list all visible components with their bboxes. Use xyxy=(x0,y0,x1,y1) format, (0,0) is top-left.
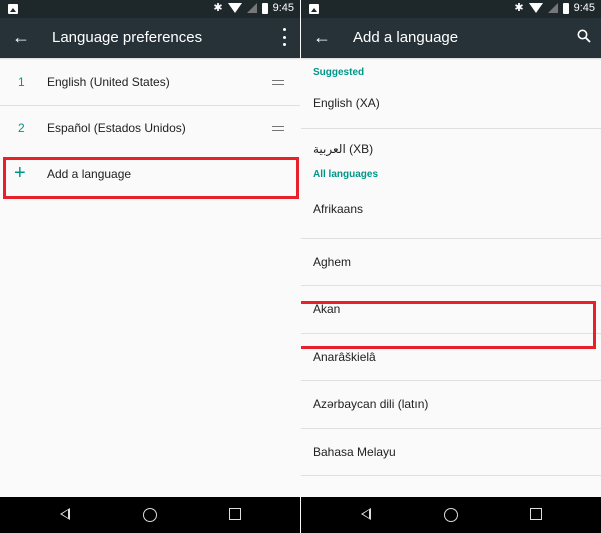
language-label: Afrikaans xyxy=(313,202,364,216)
language-option[interactable]: العربية (XB) xyxy=(301,129,601,165)
language-option[interactable]: Aghem xyxy=(301,239,601,286)
drag-handle-icon[interactable] xyxy=(272,80,284,85)
language-preferences-screen: ✱ 9:45 ← Language preferences 1 English … xyxy=(0,0,300,533)
app-toolbar: ← Language preferences xyxy=(0,18,300,58)
language-rank: 1 xyxy=(18,75,25,89)
add-language-label: Add a language xyxy=(47,167,132,181)
language-label: Azərbaycan dili (latın) xyxy=(313,397,429,411)
add-language-screen: ✱ 9:45 ← Add a language Suggested Englis… xyxy=(301,0,601,533)
page-title: Add a language xyxy=(353,29,459,46)
battery-icon xyxy=(562,2,569,14)
language-option[interactable]: Bahasa Melayu xyxy=(301,429,601,476)
signal-icon xyxy=(246,3,257,13)
battery-icon xyxy=(261,2,268,14)
all-languages-header: All languages xyxy=(313,169,379,180)
page-title: Language preferences xyxy=(52,29,203,46)
language-label: Anarâškielâ xyxy=(313,349,376,364)
language-label: Español (Estados Unidos) xyxy=(47,121,186,135)
nav-home-icon[interactable] xyxy=(444,508,458,522)
language-label: Bahasa Melayu xyxy=(313,444,396,459)
more-options-icon[interactable] xyxy=(278,28,290,46)
nav-home-icon[interactable] xyxy=(143,508,157,522)
add-language-button[interactable]: + Add a language xyxy=(0,152,300,198)
language-option[interactable]: Akan xyxy=(301,286,601,334)
language-option[interactable]: Afrikaans xyxy=(301,191,601,239)
navigation-bar xyxy=(301,497,601,533)
plus-icon: + xyxy=(14,162,26,184)
wifi-icon xyxy=(227,3,242,13)
language-label: English (XA) xyxy=(313,96,380,110)
language-option[interactable]: Azərbaycan dili (latın) xyxy=(301,381,601,429)
language-label: Akan xyxy=(313,302,341,316)
preferred-language-row[interactable]: 1 English (United States) xyxy=(0,60,300,106)
bluetooth-icon: ✱ xyxy=(213,2,223,14)
wifi-icon xyxy=(528,3,543,13)
signal-icon xyxy=(547,3,558,13)
bluetooth-icon: ✱ xyxy=(514,2,524,14)
language-option[interactable]: Anarâškielâ xyxy=(301,334,601,381)
drag-handle-icon[interactable] xyxy=(272,126,284,131)
back-arrow-icon[interactable]: ← xyxy=(313,26,331,48)
status-time: 9:45 xyxy=(573,2,595,14)
image-notification-icon xyxy=(8,4,18,14)
image-notification-icon xyxy=(309,4,319,14)
status-time: 9:45 xyxy=(272,2,294,14)
navigation-bar xyxy=(0,497,300,533)
app-toolbar: ← Add a language xyxy=(301,18,601,58)
back-arrow-icon[interactable]: ← xyxy=(12,26,30,48)
language-label: English (United States) xyxy=(47,75,170,89)
language-label: العربية (XB) xyxy=(313,142,374,156)
language-option[interactable]: English (XA) xyxy=(301,82,601,129)
language-rank: 2 xyxy=(18,121,25,135)
status-bar: ✱ 9:45 xyxy=(301,0,601,18)
status-bar: ✱ 9:45 xyxy=(0,0,300,18)
nav-recents-icon[interactable] xyxy=(229,508,241,520)
nav-recents-icon[interactable] xyxy=(530,508,542,520)
language-label: Aghem xyxy=(313,254,352,269)
search-icon[interactable] xyxy=(577,29,591,43)
preferred-language-row[interactable]: 2 Español (Estados Unidos) xyxy=(0,106,300,152)
nav-back-icon[interactable] xyxy=(361,508,371,520)
suggested-header: Suggested xyxy=(313,67,365,78)
nav-back-icon[interactable] xyxy=(60,508,70,520)
